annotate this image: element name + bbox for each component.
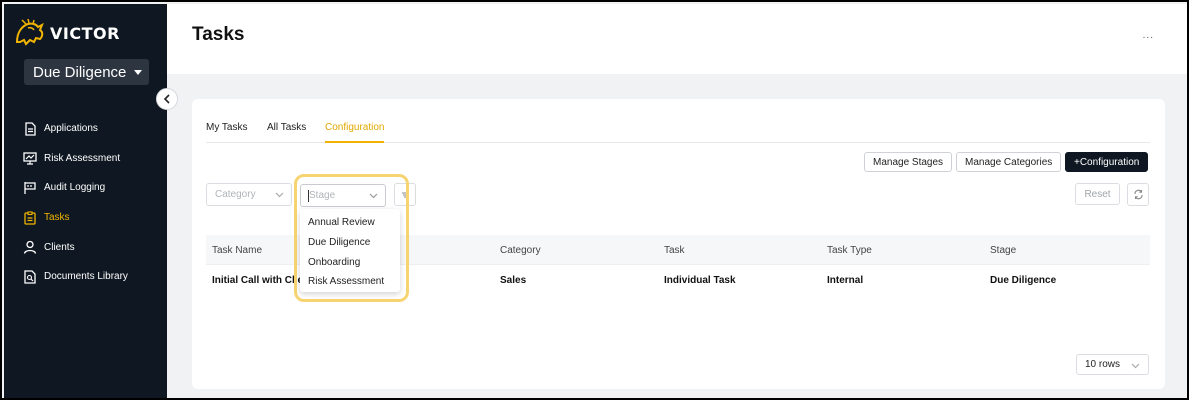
sidebar-item-label: Clients (44, 241, 75, 253)
sidebar-item-tasks[interactable]: Tasks (4, 203, 167, 233)
tab-my-tasks[interactable]: My Tasks (206, 122, 248, 133)
category-filter[interactable]: Category (206, 183, 292, 206)
workspace-select[interactable]: Due Diligence (24, 59, 149, 85)
user-icon (23, 241, 37, 254)
cell-task-name: Initial Call with Clie (212, 275, 304, 286)
text-cursor (308, 190, 309, 202)
column-header-task[interactable]: Task (664, 245, 685, 256)
cell-task: Individual Task (664, 275, 736, 286)
stage-filter[interactable]: Stage (300, 184, 386, 207)
cell-task-type: Internal (827, 275, 864, 286)
sidebar-item-label: Applications (44, 123, 98, 135)
app-window: VICTOR Due Diligence Applications Risk A… (0, 0, 1189, 400)
refresh-button[interactable] (1127, 183, 1149, 206)
column-header-stage[interactable]: Stage (990, 245, 1016, 256)
lion-logo-icon (15, 18, 44, 46)
tab-bar: My Tasks All Tasks Configuration (206, 118, 1150, 143)
flag-icon (24, 181, 36, 194)
sidebar-item-label: Risk Assessment (44, 152, 121, 164)
tab-configuration[interactable]: Configuration (325, 122, 385, 143)
stage-option-risk-assessment[interactable]: Risk Assessment (300, 272, 400, 292)
brand-name: VICTOR (50, 23, 120, 43)
more-options-button[interactable]: ... (1143, 30, 1154, 41)
sidebar-item-clients[interactable]: Clients (4, 232, 167, 262)
sidebar: VICTOR Due Diligence Applications Risk A… (4, 4, 167, 398)
caret-down-icon (134, 69, 143, 75)
sidebar-item-applications[interactable]: Applications (4, 114, 167, 144)
workspace-select-label: Due Diligence (33, 63, 127, 81)
document-search-icon (24, 270, 36, 284)
stage-filter-placeholder: Stage (309, 190, 336, 201)
column-header-category[interactable]: Category (500, 245, 541, 256)
sidebar-nav: Applications Risk Assessment Audit Loggi… (4, 114, 167, 292)
reset-button[interactable]: Reset (1075, 183, 1120, 205)
refresh-icon (1133, 189, 1143, 200)
sidebar-item-risk-assessment[interactable]: Risk Assessment (4, 144, 167, 174)
sort-filter-button[interactable] (394, 183, 416, 206)
column-header-task-type[interactable]: Task Type (827, 245, 872, 256)
page-header: Tasks ... (167, 4, 1187, 74)
sidebar-item-label: Tasks (44, 212, 70, 224)
sidebar-item-label: Audit Logging (44, 182, 106, 194)
cell-stage: Due Diligence (990, 275, 1057, 286)
category-filter-placeholder: Category (215, 189, 256, 200)
cell-category: Sales (500, 275, 527, 286)
stage-option-due-diligence[interactable]: Due Diligence (300, 233, 400, 253)
rows-per-page-select[interactable]: 10 rows (1076, 354, 1149, 375)
page-title: Tasks (192, 24, 245, 45)
chevron-down-icon (275, 192, 284, 198)
stage-dropdown-menu: Annual Review Due Diligence Onboarding R… (300, 209, 400, 292)
filter-lines-icon (402, 191, 408, 198)
document-icon (25, 122, 36, 136)
tab-all-tasks[interactable]: All Tasks (267, 122, 306, 133)
chevron-down-icon (1131, 363, 1140, 369)
clipboard-icon (24, 211, 36, 225)
chart-presentation-icon (23, 152, 37, 165)
sidebar-item-documents-library[interactable]: Documents Library (4, 262, 167, 292)
column-header-task-name[interactable]: Task Name (212, 245, 262, 256)
stage-option-annual-review[interactable]: Annual Review (300, 213, 400, 233)
manage-stages-button[interactable]: Manage Stages (864, 152, 953, 172)
add-configuration-button[interactable]: +Configuration (1065, 152, 1149, 172)
sidebar-item-label: Documents Library (44, 271, 128, 283)
stage-option-onboarding[interactable]: Onboarding (300, 252, 400, 272)
chevron-down-icon (369, 193, 378, 199)
sidebar-item-audit-logging[interactable]: Audit Logging (4, 173, 167, 203)
brand-logo[interactable]: VICTOR (14, 18, 120, 48)
chevron-left-icon (163, 94, 170, 104)
rows-per-page-value: 10 rows (1085, 359, 1121, 370)
collapse-sidebar-button[interactable] (156, 88, 178, 110)
manage-categories-button[interactable]: Manage Categories (956, 152, 1062, 172)
